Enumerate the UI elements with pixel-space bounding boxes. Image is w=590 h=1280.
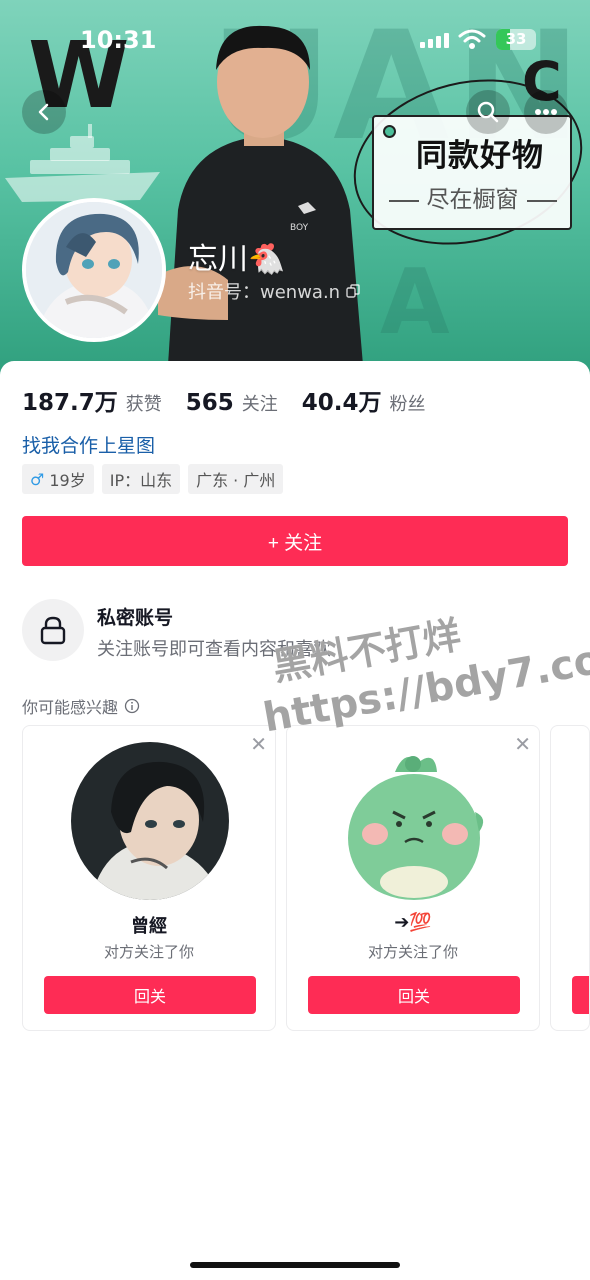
profile-name-text: 忘川 — [188, 242, 248, 277]
wifi-icon — [458, 29, 486, 49]
follow-button-label: + 关注 — [267, 532, 323, 554]
location-tag: 广东 · 广州 — [188, 464, 284, 494]
search-icon — [477, 101, 499, 123]
profile-tags: ♂ 19岁 IP：山东 广东 · 广州 — [22, 464, 284, 494]
search-button[interactable] — [466, 90, 510, 134]
profile-avatar[interactable] — [22, 198, 166, 342]
ip-location-tag: IP：山东 — [101, 464, 181, 494]
suggested-user-avatar[interactable] — [71, 742, 229, 900]
suggested-user-desc: 对方关注了你 — [103, 943, 194, 961]
gender-age-tag: ♂ 19岁 — [22, 464, 94, 494]
suggestions-title-text: 你可能感兴趣 — [22, 698, 119, 717]
follow-back-button[interactable]: 回关 — [44, 976, 256, 1014]
svg-text:BOY: BOY — [290, 223, 309, 233]
following-count[interactable]: 565 — [186, 390, 234, 416]
copy-icon[interactable] — [346, 284, 360, 298]
promo-title: 同款好物 — [416, 138, 544, 174]
private-account-title: 私密账号 — [97, 607, 174, 629]
likes-label: 获赞 — [125, 394, 162, 415]
followers-label[interactable]: 粉丝 — [390, 390, 426, 416]
status-time: 10:31 — [80, 26, 157, 54]
followers-count[interactable]: 40.4万 — [302, 383, 382, 417]
promo-subtitle: 尽在橱窗 — [380, 180, 565, 214]
lock-icon — [22, 599, 84, 661]
douyin-id: 抖音号：wenwa.n — [188, 278, 360, 304]
profile-banner: UANG A W C BOY 同款好物 尽在橱窗 10:31 — [0, 0, 590, 380]
banner-person-photo: BOY — [158, 25, 363, 365]
suggested-user-card[interactable]: ✕ 曾經 对方关注了你 回关 — [22, 725, 276, 1031]
more-options-button[interactable] — [524, 90, 568, 134]
profile-bio-link[interactable]: 找我合作上星图 — [22, 431, 155, 458]
suggested-user-desc: 对方关注了你 — [367, 943, 458, 961]
banner-bg-letter-a: A — [380, 250, 450, 355]
suggestions-title: 你可能感兴趣 — [22, 694, 140, 718]
male-icon: ♂ — [30, 469, 45, 489]
suggested-user-card-partial[interactable] — [550, 725, 590, 1031]
anime-avatar-image — [26, 202, 162, 338]
follow-button[interactable]: + 关注 — [22, 516, 568, 566]
douyin-id-text: 抖音号：wenwa.n — [188, 282, 341, 303]
chevron-left-icon — [38, 103, 49, 121]
suggested-user-name: 曾經 — [131, 916, 167, 937]
suggested-user-avatar[interactable] — [335, 742, 493, 900]
profile-content: 187.7万 获赞 565 关注 40.4万 粉丝 找我合作上星图 ♂ 19岁 … — [0, 361, 590, 1280]
suggested-user-card[interactable]: ✕ ➔💯 对方关注了你 回关 — [286, 725, 540, 1031]
likes-count: 187.7万 — [22, 390, 118, 416]
info-icon[interactable] — [124, 698, 140, 714]
suggested-user-name: ➔💯 — [394, 912, 432, 933]
chicken-emoji: 🐔 — [248, 242, 286, 277]
private-account-desc: 关注账号即可查看内容和喜欢 — [97, 639, 331, 660]
close-icon[interactable]: ✕ — [514, 734, 531, 754]
back-button[interactable] — [22, 90, 66, 134]
battery-icon: 33 — [496, 29, 536, 50]
home-indicator[interactable] — [190, 1262, 400, 1268]
follow-back-button-partial[interactable] — [572, 976, 589, 1014]
profile-stats: 187.7万 获赞 565 关注 40.4万 粉丝 — [22, 383, 442, 417]
follow-back-button[interactable]: 回关 — [308, 976, 520, 1014]
status-bar: 10:31 33 — [0, 26, 590, 56]
following-label[interactable]: 关注 — [242, 390, 278, 416]
close-icon[interactable]: ✕ — [250, 734, 267, 754]
profile-name: 忘川🐔 — [188, 234, 285, 278]
age-text: 19岁 — [49, 471, 86, 490]
ship-illustration — [5, 124, 160, 202]
battery-percent: 33 — [505, 30, 527, 48]
more-dots-icon — [535, 109, 557, 115]
